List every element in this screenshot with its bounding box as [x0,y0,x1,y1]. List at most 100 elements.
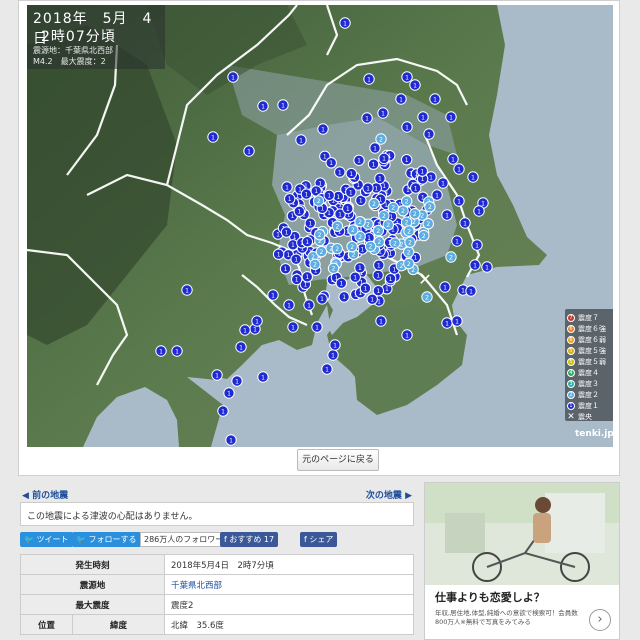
intensity-2-station: 2 [397,205,409,217]
svg-text:2: 2 [420,212,424,219]
intensity-1-station: 1 [290,273,303,286]
intensity-1-station: 1 [325,157,337,169]
svg-text:2: 2 [407,249,411,256]
follow-button[interactable]: 🐦 フォローする [72,532,141,547]
back-to-page-button[interactable]: 元のページに戻る [297,449,379,471]
intensity-legend: 7 震度７ 6 震度６強 6 震度６弱 5 震度５強 5 震度５弱 4 震度４ 3 震度３ 2 震度２ 1 震度１… [565,309,613,421]
intensity-1-station: 1 [409,79,421,91]
intensity-1-station: 1 [251,315,263,327]
svg-text:1: 1 [305,191,309,198]
svg-text:1: 1 [382,183,386,190]
facebook-f-icon: f [304,535,307,544]
intensity-1-station: 1 [361,112,373,124]
tweet-button[interactable]: 🐦 ツイート [20,532,73,547]
intensity-2-station: 2 [424,201,436,213]
svg-text:1: 1 [284,266,288,273]
svg-text:1: 1 [329,160,333,167]
intensity-1-station: 1 [401,71,413,83]
intensity-1-station: 1 [239,324,251,336]
intensity-2-station: 2 [314,228,326,241]
svg-text:1: 1 [461,287,465,294]
twitter-bird-icon: 🐦 [24,535,34,544]
svg-text:1: 1 [463,220,467,227]
svg-text:1: 1 [445,212,449,219]
svg-text:1: 1 [364,286,368,293]
table-row: 発生時刻 2018年5月4日 2時7分頃 [20,554,414,575]
latitude-value: 北緯 35.6度 [164,614,414,635]
svg-text:1: 1 [314,188,318,195]
intensity-1-station: 1 [290,253,302,265]
svg-text:2: 2 [350,244,354,251]
svg-text:1: 1 [290,213,294,220]
intensity-1-station: 1 [469,259,481,271]
earthquake-info-panel: ◀ 前の地震 次の地震 ▶ この地震による津波の心配はありません。 🐦 ツイート… [18,482,416,640]
svg-text:1: 1 [359,198,363,205]
intensity-2-station: 2 [309,258,321,271]
legend-row: 7 震度７ [567,312,613,323]
follow-button-label: フォローする [88,535,137,544]
svg-text:2: 2 [352,252,356,259]
intensity-1-station: 1 [223,387,235,399]
epicenter-value-cell: 千葉県北西部 [164,574,414,595]
svg-text:1: 1 [385,286,389,293]
svg-text:1: 1 [291,324,295,331]
chevron-right-icon[interactable]: › [589,609,611,631]
svg-text:1: 1 [388,251,392,258]
intensity-2-station: 2 [421,291,433,303]
svg-text:1: 1 [287,302,291,309]
intensity-1-station: 1 [349,271,361,283]
svg-text:2: 2 [313,262,317,269]
intensity-1-station: 1 [317,123,329,135]
next-earthquake-link[interactable]: 次の地震 ▶ [366,488,412,501]
svg-text:1: 1 [435,192,439,199]
intensity-1-station: 1 [429,93,441,105]
tweet-button-label: ツイート [36,535,69,544]
svg-text:2: 2 [408,240,412,247]
tenki-credit: tenki.jp [575,429,613,439]
seismic-intensity-map: 1 1 1 1 1 1 1 1 1 1 1 1 1 1 1 1 1 1 1 1 1 1 1 1 1 1 1 1 1 1 1 1 1 1 1 1 1 1 1 1… [27,5,613,447]
intensity-2-station: 2 [331,242,343,255]
svg-text:1: 1 [320,206,324,213]
intensity-1-station: 1 [171,345,183,357]
prev-earthquake-link[interactable]: ◀ 前の地震 [22,488,68,501]
epicenter-link[interactable]: 千葉県北西部 [171,581,222,591]
intensity-dot-icon: 1 [567,401,575,410]
intensity-1-station: 1 [281,181,293,193]
intensity-1-station: 1 [372,269,384,281]
legend-row: 6 震度６弱 [567,334,613,345]
svg-text:1: 1 [239,344,243,351]
svg-text:1: 1 [349,189,353,196]
intensity-2-station: 2 [403,225,415,237]
intensity-1-station: 1 [410,182,422,194]
intensity-1-station: 1 [342,202,354,215]
legend-label: 震度１ [578,401,599,410]
svg-text:1: 1 [399,96,403,103]
facebook-like-button[interactable]: f おすすめ 17 [220,532,279,547]
svg-text:1: 1 [357,158,361,165]
svg-text:2: 2 [428,204,432,211]
svg-text:2: 2 [393,240,397,247]
svg-text:1: 1 [327,210,331,217]
svg-text:1: 1 [247,148,251,155]
svg-text:1: 1 [346,206,350,213]
intensity-1-station: 1 [395,93,407,105]
epicenter-summary: 震源地：千葉県北西部 [33,46,113,55]
advertisement[interactable]: 仕事よりも恋愛しよ？ 年収,居住地,体型,純婚への意欲で検索可！会員数800万人… [424,482,620,640]
svg-text:1: 1 [261,374,265,381]
svg-text:1: 1 [291,242,295,249]
svg-text:1: 1 [185,287,189,294]
svg-text:1: 1 [227,390,231,397]
svg-text:1: 1 [471,174,475,181]
intensity-1-station: 1 [401,121,413,133]
intensity-1-station: 1 [283,299,295,311]
svg-text:2: 2 [379,136,383,143]
svg-text:1: 1 [449,114,453,121]
occurred-time-value: 2018年5月4日 2時7分頃 [164,554,414,575]
svg-text:1: 1 [414,185,418,192]
table-row: 最大震度 震度2 [20,594,414,615]
facebook-share-button[interactable]: f シェア [300,532,338,547]
intensity-1-station: 1 [465,285,477,297]
intensity-1-station: 1 [373,259,385,271]
intensity-dot-icon: 7 [567,313,575,322]
intensity-1-station: 1 [283,193,296,205]
